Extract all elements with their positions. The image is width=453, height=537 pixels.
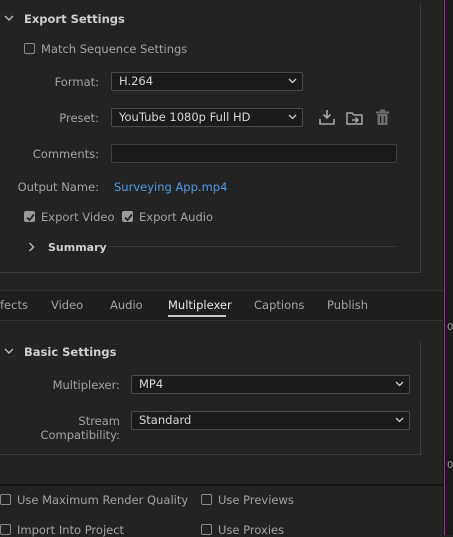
active-tab-underline <box>168 315 226 317</box>
output-name-link[interactable]: Surveying App.mp4 <box>114 180 227 194</box>
comments-label: Comments: <box>32 147 99 161</box>
max-render-quality-label[interactable]: Use Maximum Render Quality <box>17 493 188 507</box>
export-video-checkbox[interactable] <box>24 211 35 222</box>
right-strip-value-bottom: 0 <box>447 460 453 471</box>
comments-field[interactable] <box>111 144 397 163</box>
basic-settings-title: Basic Settings <box>24 345 117 359</box>
checkmark-icon <box>124 213 133 222</box>
footer-divider <box>0 484 443 486</box>
import-preset-icon[interactable] <box>346 109 365 126</box>
format-value: H.264 <box>119 74 154 88</box>
tab-audio[interactable]: Audio <box>110 298 143 312</box>
chevron-right-icon[interactable] <box>28 242 35 252</box>
format-label: Format: <box>54 75 99 89</box>
tab-captions[interactable]: Captions <box>254 298 304 312</box>
tab-multiplexer[interactable]: Multiplexer <box>168 298 232 312</box>
delete-preset-icon[interactable] <box>375 109 390 126</box>
preset-value: YouTube 1080p Full HD <box>119 110 251 124</box>
chevron-down-icon[interactable] <box>4 13 14 23</box>
export-audio-label[interactable]: Export Audio <box>139 210 213 224</box>
output-name-label: Output Name: <box>17 180 99 194</box>
multiplexer-value: MP4 <box>139 377 164 391</box>
import-into-project-checkbox[interactable] <box>0 524 11 535</box>
format-select[interactable]: H.264 <box>111 72 303 91</box>
stream-compatibility-select[interactable]: Standard <box>131 411 410 430</box>
stream-compatibility-label: Stream Compatibility: <box>40 414 120 442</box>
save-preset-icon[interactable] <box>318 109 336 126</box>
tab-effects[interactable]: fects <box>0 298 28 312</box>
use-proxies-checkbox[interactable] <box>201 524 212 535</box>
export-settings-title: Export Settings <box>24 12 125 26</box>
chevron-down-icon <box>288 78 297 84</box>
right-strip-value-mid: 0 <box>447 322 453 333</box>
use-previews-label[interactable]: Use Previews <box>218 493 294 507</box>
match-sequence-checkbox[interactable] <box>24 43 35 54</box>
stream-compatibility-value: Standard <box>139 413 192 427</box>
chevron-down-icon[interactable] <box>4 346 14 356</box>
preset-select[interactable]: YouTube 1080p Full HD <box>111 108 303 127</box>
preset-label: Preset: <box>59 111 99 125</box>
match-sequence-label[interactable]: Match Sequence Settings <box>41 42 187 56</box>
multiplexer-select[interactable]: MP4 <box>131 375 410 394</box>
playhead-accent-line <box>444 0 445 535</box>
multiplexer-label: Multiplexer: <box>52 378 120 392</box>
checkmark-icon <box>26 213 35 222</box>
export-video-label[interactable]: Export Video <box>41 210 115 224</box>
chevron-down-icon <box>395 417 404 423</box>
use-previews-checkbox[interactable] <box>201 494 212 505</box>
summary-toggle[interactable]: Summary <box>48 241 107 254</box>
tab-publish[interactable]: Publish <box>327 298 368 312</box>
chevron-down-icon <box>288 114 297 120</box>
tab-video[interactable]: Video <box>51 298 83 312</box>
max-render-quality-checkbox[interactable] <box>0 494 11 505</box>
chevron-down-icon <box>395 381 404 387</box>
summary-divider <box>108 246 397 247</box>
export-audio-checkbox[interactable] <box>122 211 133 222</box>
